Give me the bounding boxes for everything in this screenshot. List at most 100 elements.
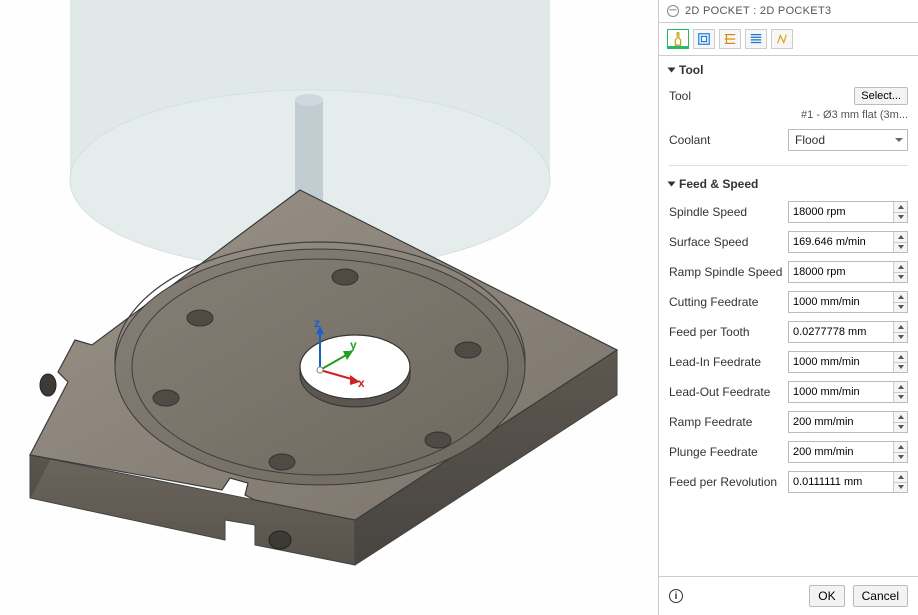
- spinner-up[interactable]: [894, 292, 907, 303]
- feed-label: Cutting Feedrate: [669, 295, 758, 309]
- spinner-up[interactable]: [894, 472, 907, 483]
- info-icon[interactable]: i: [669, 589, 683, 603]
- panel-tabs: [659, 23, 918, 56]
- tab-passes[interactable]: [745, 29, 767, 49]
- spinner-up[interactable]: [894, 202, 907, 213]
- spinner: [893, 442, 907, 462]
- spinner-down[interactable]: [894, 213, 907, 223]
- feed-input-field[interactable]: [789, 382, 893, 402]
- feed-input-field[interactable]: [789, 472, 893, 492]
- spinner-down[interactable]: [894, 483, 907, 493]
- spinner: [893, 352, 907, 372]
- feed-label: Feed per Revolution: [669, 475, 777, 489]
- feed-row: Lead-In Feedrate: [659, 347, 918, 377]
- section-tool-header[interactable]: Tool: [659, 56, 918, 81]
- spinner: [893, 322, 907, 342]
- spinner-down[interactable]: [894, 303, 907, 313]
- spinner: [893, 382, 907, 402]
- feed-input[interactable]: [788, 411, 908, 433]
- spinner: [893, 232, 907, 252]
- spinner-down[interactable]: [894, 393, 907, 403]
- feed-label: Feed per Tooth: [669, 325, 750, 339]
- spinner-up[interactable]: [894, 322, 907, 333]
- feed-label: Plunge Feedrate: [669, 445, 758, 459]
- spinner: [893, 202, 907, 222]
- feed-input[interactable]: [788, 231, 908, 253]
- coolant-label: Coolant: [669, 133, 710, 147]
- tab-heights[interactable]: [719, 29, 741, 49]
- section-feed-title: Feed & Speed: [679, 177, 758, 191]
- feed-label: Lead-In Feedrate: [669, 355, 761, 369]
- ok-button[interactable]: OK: [809, 585, 844, 607]
- spinner-up[interactable]: [894, 262, 907, 273]
- spinner-up[interactable]: [894, 352, 907, 363]
- feed-input[interactable]: [788, 381, 908, 403]
- spinner-up[interactable]: [894, 232, 907, 243]
- feed-input-field[interactable]: [789, 412, 893, 432]
- feed-input[interactable]: [788, 471, 908, 493]
- feed-row: Spindle Speed: [659, 197, 918, 227]
- spinner: [893, 262, 907, 282]
- viewport-3d[interactable]: z y x: [0, 0, 658, 615]
- feed-input-field[interactable]: [789, 262, 893, 282]
- feed-input[interactable]: [788, 291, 908, 313]
- feed-input[interactable]: [788, 321, 908, 343]
- spinner-down[interactable]: [894, 423, 907, 433]
- collapse-icon[interactable]: ─: [667, 5, 679, 17]
- feed-label: Ramp Spindle Speed: [669, 265, 782, 279]
- spinner-down[interactable]: [894, 333, 907, 343]
- spinner-down[interactable]: [894, 243, 907, 253]
- feed-row: Lead-Out Feedrate: [659, 377, 918, 407]
- coolant-select[interactable]: Flood: [788, 129, 908, 151]
- panel-footer: i OK Cancel: [659, 576, 918, 615]
- feed-label: Lead-Out Feedrate: [669, 385, 770, 399]
- feed-input[interactable]: [788, 351, 908, 373]
- tab-linking[interactable]: [771, 29, 793, 49]
- feed-input-field[interactable]: [789, 442, 893, 462]
- spinner: [893, 472, 907, 492]
- model-render: [0, 0, 658, 615]
- chevron-down-icon: [895, 138, 903, 142]
- cancel-button[interactable]: Cancel: [853, 585, 908, 607]
- spinner-down[interactable]: [894, 453, 907, 463]
- feed-row: Feed per Tooth: [659, 317, 918, 347]
- chevron-down-icon: [668, 182, 676, 187]
- feed-input[interactable]: [788, 201, 908, 223]
- feed-input-field[interactable]: [789, 232, 893, 252]
- tool-label: Tool: [669, 89, 691, 103]
- feed-input-field[interactable]: [789, 202, 893, 222]
- feed-row: Plunge Feedrate: [659, 437, 918, 467]
- section-tool-title: Tool: [679, 63, 703, 77]
- feed-input-field[interactable]: [789, 352, 893, 372]
- feed-input-field[interactable]: [789, 322, 893, 342]
- spinner-down[interactable]: [894, 363, 907, 373]
- panel-header: ─ 2D POCKET : 2D POCKET3: [659, 0, 918, 23]
- feed-row: Ramp Feedrate: [659, 407, 918, 437]
- tool-select-button[interactable]: Select...: [854, 87, 908, 105]
- section-feed-header[interactable]: Feed & Speed: [659, 170, 918, 195]
- spinner-up[interactable]: [894, 412, 907, 423]
- spinner: [893, 292, 907, 312]
- spinner-up[interactable]: [894, 442, 907, 453]
- chevron-down-icon: [668, 68, 676, 73]
- divider: [669, 165, 908, 166]
- properties-panel: ─ 2D POCKET : 2D POCKET3 T: [658, 0, 918, 615]
- feed-input[interactable]: [788, 261, 908, 283]
- spinner: [893, 412, 907, 432]
- feed-input-field[interactable]: [789, 292, 893, 312]
- feed-row: Feed per Revolution: [659, 467, 918, 497]
- feed-label: Ramp Feedrate: [669, 415, 752, 429]
- spinner-down[interactable]: [894, 273, 907, 283]
- feed-label: Spindle Speed: [669, 205, 747, 219]
- feed-label: Surface Speed: [669, 235, 748, 249]
- feed-row: Surface Speed: [659, 227, 918, 257]
- coolant-value: Flood: [795, 133, 825, 147]
- feed-row: Cutting Feedrate: [659, 287, 918, 317]
- spinner-up[interactable]: [894, 382, 907, 393]
- feed-row: Ramp Spindle Speed: [659, 257, 918, 287]
- tab-geometry[interactable]: [693, 29, 715, 49]
- tool-description: #1 - Ø3 mm flat (3m...: [801, 109, 908, 121]
- feed-input[interactable]: [788, 441, 908, 463]
- tab-tool[interactable]: [667, 29, 689, 49]
- panel-title: 2D POCKET : 2D POCKET3: [685, 5, 831, 17]
